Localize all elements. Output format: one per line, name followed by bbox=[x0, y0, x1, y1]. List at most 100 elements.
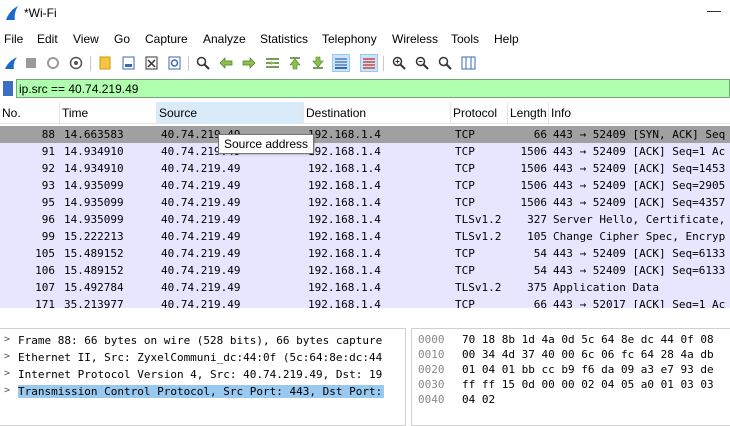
go-back-icon[interactable] bbox=[217, 54, 235, 72]
save-file-icon[interactable] bbox=[119, 54, 137, 72]
column-header-protocol[interactable]: Protocol bbox=[451, 102, 508, 124]
column-header-info[interactable]: Info bbox=[549, 102, 730, 124]
packet-time: 15.492784 bbox=[64, 281, 124, 294]
column-header-time[interactable]: Time bbox=[60, 102, 157, 124]
packet-destination: 192.168.1.4 bbox=[308, 196, 381, 209]
bookmark-icon[interactable] bbox=[3, 81, 13, 96]
last-packet-icon[interactable] bbox=[309, 54, 327, 72]
packet-time: 15.222213 bbox=[64, 230, 124, 243]
detail-row-ethernet[interactable]: > Ethernet II, Src: ZyxelCommuni_dc:44:0… bbox=[0, 349, 405, 366]
menu-file[interactable]: File bbox=[4, 32, 23, 46]
byte-hex[interactable]: ff ff 15 0d 00 00 02 04 05 a0 01 03 03 bbox=[462, 378, 714, 391]
packet-protocol: TCP bbox=[455, 128, 475, 141]
packet-length: 66 bbox=[533, 298, 547, 308]
pane-splitter[interactable] bbox=[0, 310, 730, 328]
byte-offset: 0030 bbox=[418, 378, 445, 391]
packet-row[interactable]: 106 15.489152 40.74.219.49 192.168.1.4 TCP 54… bbox=[0, 262, 730, 279]
byte-hex[interactable]: 00 34 4d 37 40 00 6c 06 fc 64 28 4a db bbox=[462, 348, 714, 361]
packet-length: 327 bbox=[527, 213, 547, 226]
column-header-no[interactable]: No. bbox=[0, 102, 60, 124]
byte-hex[interactable]: 70 18 8b 1d 4a 0d 5c 64 8e dc 44 0f 08 bbox=[462, 333, 714, 346]
byte-offset: 0010 bbox=[418, 348, 445, 361]
detail-row-tcp[interactable]: > Transmission Control Protocol, Src Por… bbox=[0, 383, 405, 400]
packet-row[interactable]: 96 14.935099 40.74.219.49 192.168.1.4 TLSv1.… bbox=[0, 211, 730, 228]
capture-options-icon[interactable] bbox=[67, 54, 85, 72]
detail-row-text: Frame 88: 66 bytes on wire (528 bits), 6… bbox=[18, 334, 383, 347]
packet-number: 99 bbox=[41, 230, 55, 243]
packet-info: 443 → 52409 [ACK] Seq=6133 bbox=[553, 247, 726, 260]
menu-help[interactable]: Help bbox=[494, 32, 519, 46]
packet-info: 443 → 52409 [ACK] Seq=1 Ac bbox=[553, 145, 726, 158]
menu-tools[interactable]: Tools bbox=[451, 32, 479, 46]
go-to-packet-icon[interactable] bbox=[263, 54, 281, 72]
resize-columns-icon[interactable] bbox=[459, 54, 477, 72]
zoom-in-icon[interactable] bbox=[390, 54, 408, 72]
packet-row[interactable]: 88 14.663583 40.74.219.49 192.168.1.4 TCP 66 4… bbox=[0, 126, 730, 143]
menu-telephony[interactable]: Telephony bbox=[322, 32, 377, 46]
colorize-icon[interactable] bbox=[360, 54, 378, 72]
packet-number: 88 bbox=[41, 128, 55, 141]
open-file-icon[interactable] bbox=[96, 54, 114, 72]
autoscroll-icon[interactable] bbox=[332, 54, 350, 72]
expand-arrow-icon[interactable]: > bbox=[4, 351, 10, 362]
packet-number: 95 bbox=[41, 196, 55, 209]
packet-length: 375 bbox=[527, 281, 547, 294]
column-header-length[interactable]: Length bbox=[508, 102, 549, 124]
packet-row[interactable]: 95 14.935099 40.74.219.49 192.168.1.4 TCP 150… bbox=[0, 194, 730, 211]
minimize-button[interactable]: — bbox=[704, 2, 724, 18]
go-forward-icon[interactable] bbox=[240, 54, 258, 72]
expand-arrow-icon[interactable]: > bbox=[4, 334, 10, 345]
menu-analyze[interactable]: Analyze bbox=[203, 32, 246, 46]
packet-length: 54 bbox=[533, 247, 547, 260]
column-header-destination[interactable]: Destination bbox=[304, 102, 451, 124]
restart-capture-icon[interactable] bbox=[44, 54, 62, 72]
detail-row-text: Ethernet II, Src: ZyxelCommuni_dc:44:0f … bbox=[18, 351, 383, 364]
packet-destination: 192.168.1.4 bbox=[308, 247, 381, 260]
zoom-out-icon[interactable] bbox=[413, 54, 431, 72]
packet-row[interactable]: 91 14.934910 40.74.219.49 192.168.1.4 TCP 150… bbox=[0, 143, 730, 160]
normal-size-icon[interactable] bbox=[436, 54, 454, 72]
packet-row[interactable]: 93 14.935099 40.74.219.49 192.168.1.4 TCP 150… bbox=[0, 177, 730, 194]
packet-protocol: TCP bbox=[455, 196, 475, 209]
packet-info: Server Hello, Certificate, bbox=[553, 213, 726, 226]
window-title: *Wi-Fi bbox=[24, 6, 57, 20]
detail-row-frame[interactable]: > Frame 88: 66 bytes on wire (528 bits),… bbox=[0, 332, 405, 349]
packet-row[interactable]: 92 14.934910 40.74.219.49 192.168.1.4 TCP 150… bbox=[0, 160, 730, 177]
detail-row-text: Internet Protocol Version 4, Src: 40.74.… bbox=[18, 368, 383, 381]
packet-time: 15.489152 bbox=[64, 247, 124, 260]
packet-details-pane: > Frame 88: 66 bytes on wire (528 bits),… bbox=[0, 328, 406, 426]
find-packet-icon[interactable] bbox=[194, 54, 212, 72]
menu-wireless[interactable]: Wireless bbox=[392, 32, 438, 46]
packet-info: 443 → 52409 [ACK] Seq=4357 bbox=[553, 196, 726, 209]
packet-destination: 192.168.1.4 bbox=[308, 230, 381, 243]
packet-source: 40.74.219.49 bbox=[161, 213, 241, 226]
menu-edit[interactable]: Edit bbox=[37, 32, 58, 46]
packet-protocol: TCP bbox=[455, 247, 475, 260]
expand-arrow-icon[interactable]: > bbox=[4, 368, 10, 379]
packet-row[interactable]: 105 15.489152 40.74.219.49 192.168.1.4 TCP 54… bbox=[0, 245, 730, 262]
first-packet-icon[interactable] bbox=[286, 54, 304, 72]
packet-row[interactable]: 107 15.492784 40.74.219.49 192.168.1.4 TLSv1… bbox=[0, 279, 730, 296]
menu-view[interactable]: View bbox=[73, 32, 99, 46]
menu-statistics[interactable]: Statistics bbox=[260, 32, 308, 46]
reload-file-icon[interactable] bbox=[165, 54, 183, 72]
menu-go[interactable]: Go bbox=[114, 32, 130, 46]
packet-row[interactable]: 171 35.213977 40.74.219.49 192.168.1.4 TCP 66… bbox=[0, 296, 730, 308]
expand-arrow-icon[interactable]: > bbox=[4, 385, 10, 396]
stop-capture-icon[interactable] bbox=[22, 54, 40, 72]
menu-capture[interactable]: Capture bbox=[145, 32, 188, 46]
packet-destination: 192.168.1.4 bbox=[308, 213, 381, 226]
packet-source: 40.74.219.49 bbox=[161, 179, 241, 192]
byte-hex[interactable]: 04 02 bbox=[462, 393, 495, 406]
close-file-icon[interactable] bbox=[142, 54, 160, 72]
packet-row[interactable]: 99 15.222213 40.74.219.49 192.168.1.4 TLSv1.… bbox=[0, 228, 730, 245]
wireshark-fin-icon bbox=[6, 6, 18, 20]
shark-fin-start-icon[interactable] bbox=[2, 54, 20, 72]
packet-destination: 192.168.1.4 bbox=[308, 298, 381, 308]
detail-row-ipv4[interactable]: > Internet Protocol Version 4, Src: 40.7… bbox=[0, 366, 405, 383]
display-filter-input[interactable] bbox=[16, 79, 730, 98]
packet-info: 443 → 52409 [ACK] Seq=2905 bbox=[553, 179, 726, 192]
column-header-source[interactable]: Source bbox=[157, 102, 304, 124]
byte-hex[interactable]: 01 04 01 bb cc b9 f6 da 09 a3 e7 93 de bbox=[462, 363, 714, 376]
packet-number: 105 bbox=[35, 247, 55, 260]
